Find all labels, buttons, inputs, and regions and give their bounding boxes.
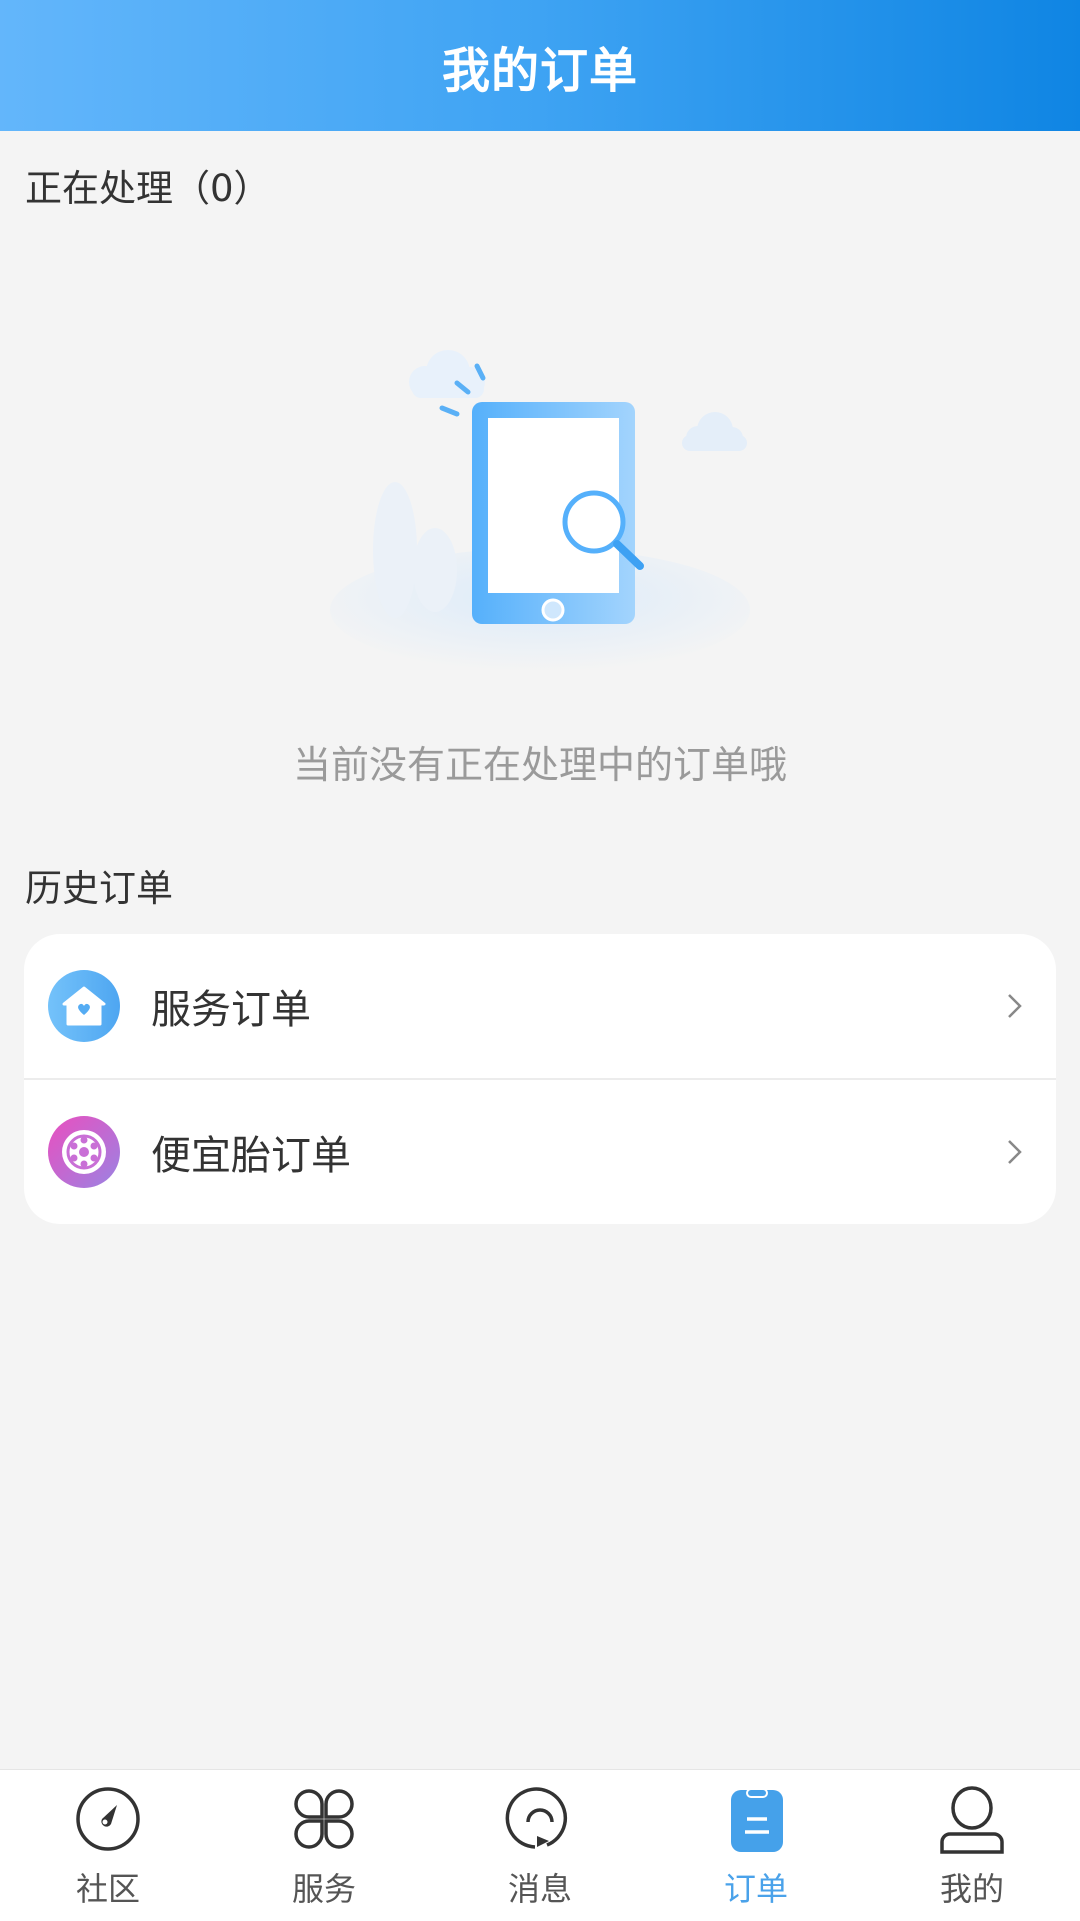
home-button-shape (541, 598, 565, 622)
empty-state-message: 当前没有正在处理中的订单哦 (292, 743, 787, 787)
tab-community[interactable]: 社区 (0, 1770, 216, 1921)
tab-profile[interactable]: 我的 (864, 1770, 1080, 1921)
tab-label: 订单 (723, 1870, 788, 1908)
clover-grid-icon (294, 1789, 354, 1849)
bottom-tab-bar: 社区 服务 消息 订单 我的 (0, 1769, 1080, 1921)
chevron-right-icon (1008, 994, 1022, 1018)
cloud-right (682, 412, 747, 451)
chat-bubble-icon (505, 1787, 568, 1849)
tire-icon (48, 1116, 120, 1188)
cheap-tire-orders-item[interactable]: 便宜胎订单 (24, 1080, 1056, 1224)
tab-label: 我的 (939, 1870, 1004, 1908)
tab-messages[interactable]: 消息 (432, 1770, 648, 1921)
compass-icon (76, 1787, 140, 1851)
house-heart-icon (48, 970, 120, 1042)
tab-label: 消息 (507, 1870, 572, 1908)
cheap-tire-orders-label: 便宜胎订单 (151, 1133, 351, 1179)
tab-label: 服务 (291, 1870, 356, 1908)
page-title: 我的订单 (441, 42, 638, 99)
empty-orders-illustration (330, 350, 750, 672)
processing-section-title: 正在处理（0） (25, 167, 271, 210)
chevron-right-icon (1008, 1140, 1022, 1164)
app-header: 我的订单 (0, 0, 1080, 131)
service-orders-item[interactable]: 服务订单 (24, 934, 1056, 1078)
cloud-left (409, 350, 485, 398)
tab-orders[interactable]: 订单 (648, 1770, 864, 1921)
clipboard-icon (731, 1788, 783, 1852)
tab-label: 社区 (75, 1870, 140, 1908)
tab-services[interactable]: 服务 (216, 1770, 432, 1921)
person-icon (940, 1786, 1004, 1854)
history-section-title: 历史订单 (25, 867, 173, 910)
service-orders-label: 服务订单 (151, 987, 311, 1033)
history-orders-card: 服务订单 便宜胎订单 (24, 934, 1056, 1224)
